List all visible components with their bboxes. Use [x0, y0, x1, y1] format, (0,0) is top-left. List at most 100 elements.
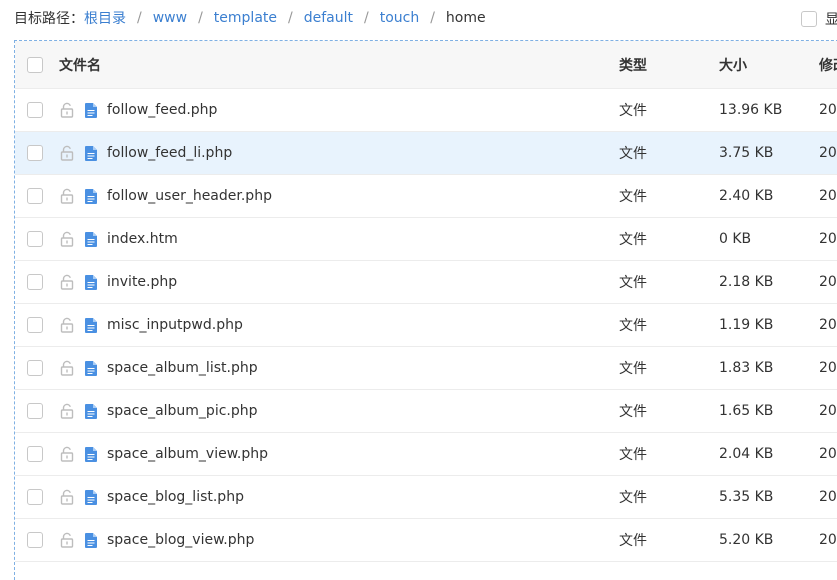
file-size: 13.96 KB: [719, 102, 783, 118]
row-checkbox[interactable]: [27, 274, 43, 290]
lock-open-icon[interactable]: [59, 476, 75, 518]
file-type: 文件: [619, 490, 647, 506]
table-row[interactable]: follow_feed_li.php 文件 3.75 KB 20: [15, 132, 837, 175]
file-size: 1.19 KB: [719, 317, 774, 333]
breadcrumb-label: 目标路径：: [14, 11, 84, 27]
file-size: 0 KB: [719, 231, 752, 247]
file-icon: [85, 218, 97, 260]
row-checkbox[interactable]: [27, 489, 43, 505]
file-icon: [85, 476, 97, 518]
file-date: 20: [819, 446, 837, 462]
file-size: 2.18 KB: [719, 274, 774, 290]
file-name[interactable]: space_blog_view.php: [107, 519, 254, 561]
file-name[interactable]: space_album_view.php: [107, 433, 268, 475]
header-type[interactable]: 类型: [619, 41, 647, 88]
breadcrumb-separator: /: [198, 10, 203, 26]
breadcrumb-touch[interactable]: touch: [380, 10, 420, 26]
file-type: 文件: [619, 318, 647, 334]
table-row[interactable]: space_blog_list.php 文件 5.35 KB 20: [15, 476, 837, 519]
file-date: 20: [819, 188, 837, 204]
show-toggle[interactable]: 显: [801, 9, 837, 29]
file-name[interactable]: follow_feed_li.php: [107, 132, 232, 174]
table-row[interactable]: space_blog_view.php 文件 5.20 KB 20: [15, 519, 837, 562]
file-size: 2.04 KB: [719, 446, 774, 462]
lock-open-icon[interactable]: [59, 519, 75, 561]
table-row[interactable]: space_album_list.php 文件 1.83 KB 20: [15, 347, 837, 390]
file-date: 20: [819, 102, 837, 118]
table-row[interactable]: space_album_view.php 文件 2.04 KB 20: [15, 433, 837, 476]
file-size: 5.20 KB: [719, 532, 774, 548]
file-date: 20: [819, 532, 837, 548]
breadcrumb-separator: /: [430, 10, 435, 26]
breadcrumb-template[interactable]: template: [214, 10, 277, 26]
table-row[interactable]: index.htm 文件 0 KB 20: [15, 218, 837, 261]
lock-open-icon[interactable]: [59, 347, 75, 389]
file-name[interactable]: space_album_list.php: [107, 347, 258, 389]
file-name[interactable]: follow_user_header.php: [107, 175, 272, 217]
table-row[interactable]: space_album_pic.php 文件 1.65 KB 20: [15, 390, 837, 433]
file-date: 20: [819, 489, 837, 505]
file-icon: [85, 390, 97, 432]
file-icon: [85, 433, 97, 475]
table-row[interactable]: follow_feed.php 文件 13.96 KB 20: [15, 89, 837, 132]
row-checkbox[interactable]: [27, 145, 43, 161]
row-checkbox[interactable]: [27, 532, 43, 548]
table-row[interactable]: invite.php 文件 2.18 KB 20: [15, 261, 837, 304]
file-icon: [85, 304, 97, 346]
file-name[interactable]: misc_inputpwd.php: [107, 304, 243, 346]
table-row[interactable]: follow_user_header.php 文件 2.40 KB 20: [15, 175, 837, 218]
file-type: 文件: [619, 361, 647, 377]
file-icon: [85, 175, 97, 217]
file-name[interactable]: follow_feed.php: [107, 89, 217, 131]
breadcrumb-www[interactable]: www: [153, 10, 187, 26]
file-icon: [85, 132, 97, 174]
lock-open-icon[interactable]: [59, 218, 75, 260]
lock-open-icon[interactable]: [59, 390, 75, 432]
lock-open-icon[interactable]: [59, 261, 75, 303]
breadcrumb: 目标路径： 根目录 / www / template / default / t…: [0, 0, 837, 36]
file-type: 文件: [619, 447, 647, 463]
row-checkbox[interactable]: [27, 446, 43, 462]
header-size[interactable]: 大小: [719, 41, 747, 88]
file-type: 文件: [619, 533, 647, 549]
file-name[interactable]: invite.php: [107, 261, 177, 303]
file-list-panel: 文件名 类型 大小 修改 follow_feed.php 文件 13.96 KB: [14, 40, 837, 580]
file-size: 3.75 KB: [719, 145, 774, 161]
breadcrumb-separator: /: [288, 10, 293, 26]
file-date: 20: [819, 274, 837, 290]
lock-open-icon[interactable]: [59, 132, 75, 174]
row-checkbox[interactable]: [27, 360, 43, 376]
header-name[interactable]: 文件名: [59, 41, 101, 88]
file-date: 20: [819, 360, 837, 376]
file-name[interactable]: index.htm: [107, 218, 178, 260]
select-all-checkbox[interactable]: [27, 56, 43, 73]
file-size: 5.35 KB: [719, 489, 774, 505]
row-checkbox[interactable]: [27, 188, 43, 204]
breadcrumb-separator: /: [137, 10, 142, 26]
file-type: 文件: [619, 189, 647, 205]
file-date: 20: [819, 317, 837, 333]
lock-open-icon[interactable]: [59, 433, 75, 475]
table-header: 文件名 类型 大小 修改: [15, 41, 837, 89]
breadcrumb-separator: /: [363, 10, 369, 26]
breadcrumb-current: home: [445, 10, 486, 26]
row-checkbox[interactable]: [27, 231, 43, 247]
row-checkbox[interactable]: [27, 403, 43, 419]
breadcrumb-default[interactable]: default: [304, 10, 353, 26]
show-toggle-checkbox[interactable]: [801, 11, 817, 27]
file-name[interactable]: space_album_pic.php: [107, 390, 258, 432]
row-checkbox[interactable]: [27, 317, 43, 333]
file-date: 20: [819, 231, 837, 247]
file-date: 20: [819, 145, 837, 161]
file-name[interactable]: space_blog_list.php: [107, 476, 244, 518]
file-type: 文件: [619, 146, 647, 162]
file-date: 20: [819, 403, 837, 419]
breadcrumb-root[interactable]: 根目录: [84, 8, 126, 28]
lock-open-icon[interactable]: [59, 304, 75, 346]
table-row[interactable]: misc_inputpwd.php 文件 1.19 KB 20: [15, 304, 837, 347]
lock-open-icon[interactable]: [59, 175, 75, 217]
row-checkbox[interactable]: [27, 102, 43, 118]
file-type: 文件: [619, 103, 647, 119]
lock-open-icon[interactable]: [59, 89, 75, 131]
header-date[interactable]: 修改: [819, 41, 837, 88]
